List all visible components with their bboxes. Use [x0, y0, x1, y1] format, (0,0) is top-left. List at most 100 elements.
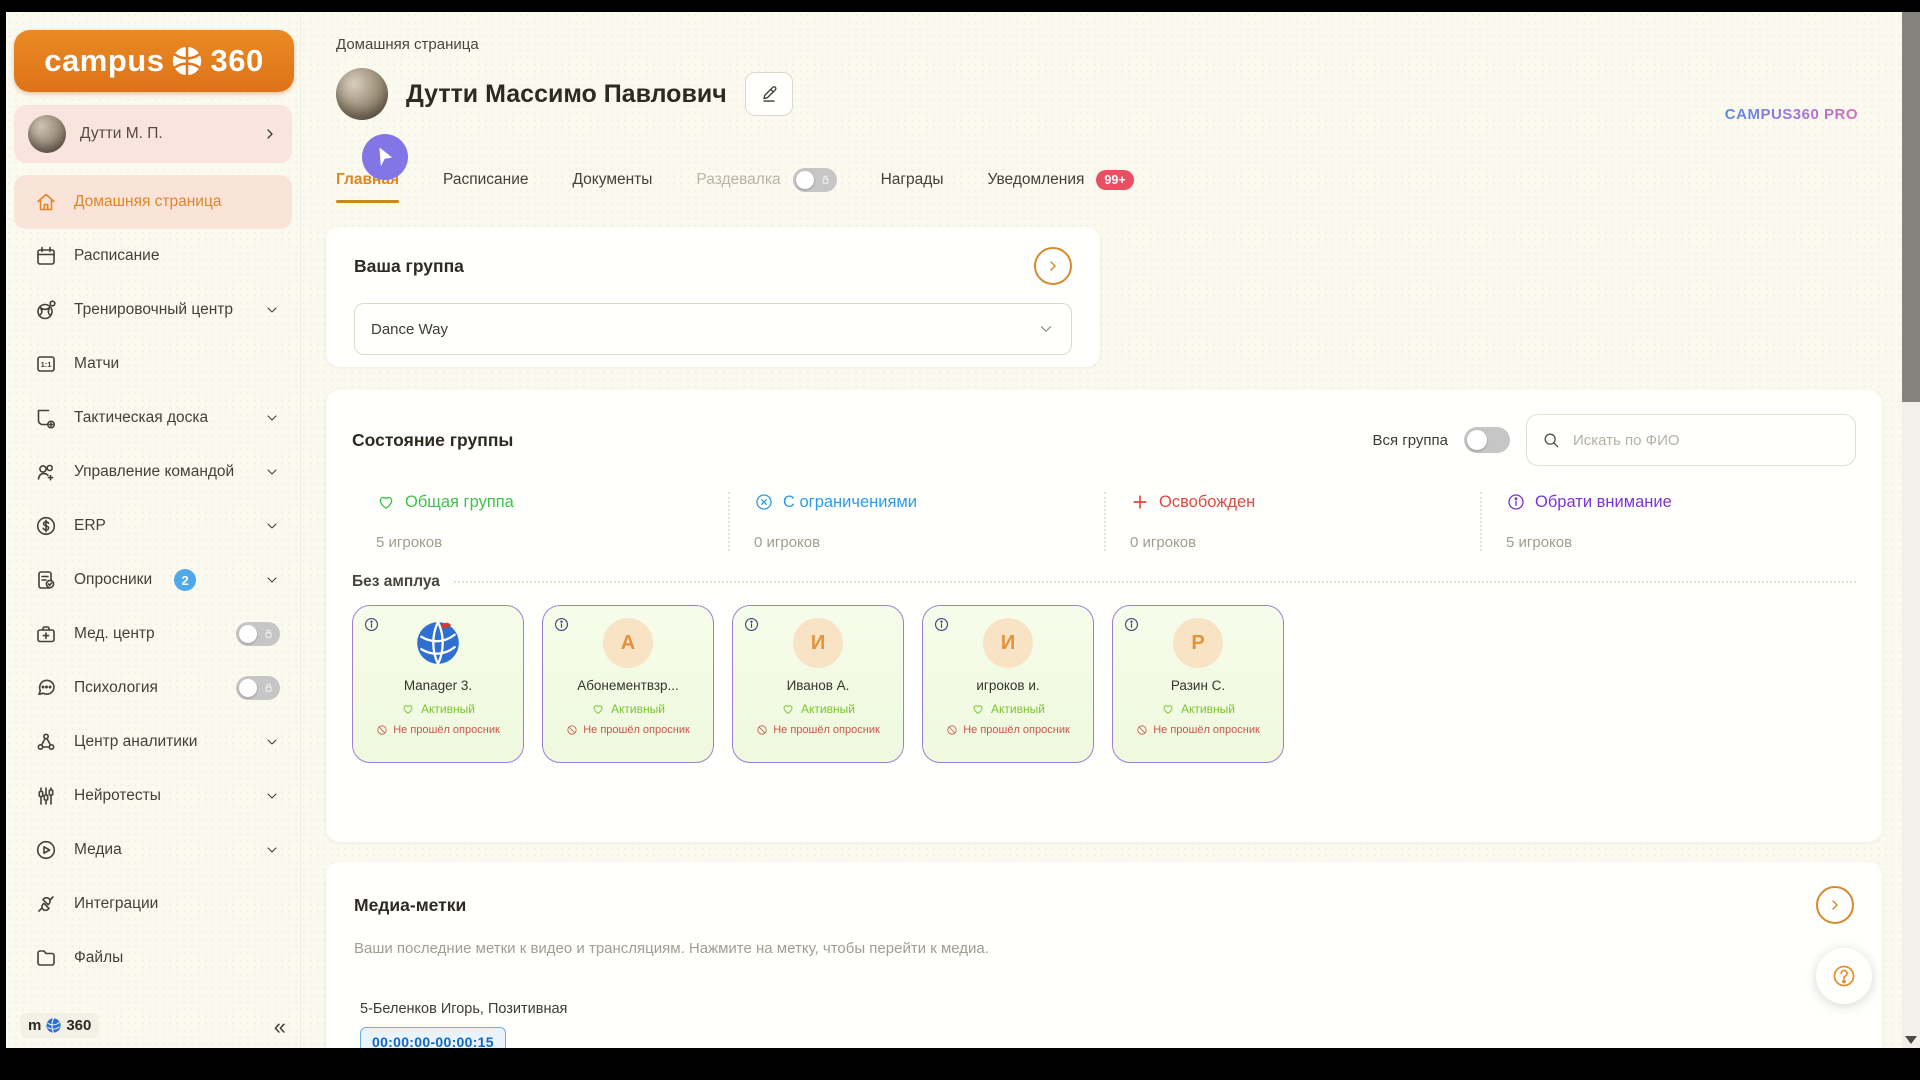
stat-icon [1130, 492, 1150, 512]
media-tag-group: 5-Беленков Игорь, Позитивная 00:00:00-00… [360, 1001, 1854, 1048]
ban-icon [756, 724, 768, 736]
dotted-divider [454, 581, 1856, 583]
player-card-manager-3[interactable]: Manager 3. Активный Не прошёл опросник [352, 605, 524, 763]
tab-schedule[interactable]: Расписание [443, 161, 528, 203]
player-name: Manager 3. [353, 678, 523, 693]
question-icon [1831, 963, 1857, 989]
your-group-open-button[interactable] [1034, 247, 1072, 285]
lock-toggle[interactable] [236, 622, 280, 646]
nav-icon [34, 838, 58, 862]
vertical-scrollbar[interactable] [1902, 12, 1920, 1048]
lock-toggle[interactable] [793, 168, 837, 192]
group-select[interactable]: Dance Way [354, 303, 1072, 355]
chevron-down-icon [264, 464, 280, 480]
stat-restricted: С ограничениями 0 игроков [728, 492, 1104, 551]
sidebar-item-files[interactable]: Файлы [14, 931, 292, 985]
group-select-value: Dance Way [371, 321, 448, 338]
tab-locker-room[interactable]: Раздевалка [696, 158, 836, 206]
scrollbar-thumb[interactable] [1902, 12, 1920, 402]
sidebar-item-integrations[interactable]: Интеграции [14, 877, 292, 931]
sidebar-user-card[interactable]: Дутти М. П. [14, 105, 292, 163]
all-group-toggle[interactable] [1464, 427, 1510, 453]
nav-label: Интеграции [74, 895, 158, 913]
sidebar-item-neurotests[interactable]: Нейротесты [14, 769, 292, 823]
search-icon [1541, 430, 1561, 450]
tab-label: Расписание [443, 171, 528, 189]
player-name: игроков и. [923, 678, 1093, 693]
sidebar-nav: Домашняя страница Расписание Тренировочн… [6, 175, 300, 985]
stat-count: 5 игроков [1506, 534, 1856, 551]
tab-awards[interactable]: Награды [881, 161, 944, 203]
sidebar-item-home[interactable]: Домашняя страница [14, 175, 292, 229]
lock-icon [261, 680, 276, 695]
sidebar-item-schedule[interactable]: Расписание [14, 229, 292, 283]
sidebar-item-media[interactable]: Медиа [14, 823, 292, 877]
player-name: Иванов А. [733, 678, 903, 693]
stat-label: Освобожден [1130, 492, 1480, 512]
heart-icon [1161, 702, 1175, 716]
media-tag-time-chip[interactable]: 00:00:00-00:00:15 [360, 1027, 506, 1048]
player-warning: Не прошёл опросник [1113, 724, 1283, 736]
player-warning: Не прошёл опросник [353, 724, 523, 736]
player-card-igrokov[interactable]: И игроков и. Активный Не прошёл опросник [922, 605, 1094, 763]
nav-label: Расписание [74, 247, 159, 265]
user-name: Дутти М. П. [80, 125, 248, 143]
heart-icon [971, 702, 985, 716]
search-input[interactable] [1571, 431, 1841, 450]
info-icon[interactable] [933, 616, 950, 633]
tab-notifications[interactable]: Уведомления 99+ [988, 160, 1134, 204]
nav-icon [34, 514, 58, 538]
pencil-icon [759, 84, 779, 104]
stat-icon [754, 492, 774, 512]
scrollbar-down-arrow[interactable] [1905, 1036, 1917, 1044]
chevron-down-icon [264, 842, 280, 858]
help-button[interactable] [1816, 948, 1872, 1004]
chevron-down-icon [264, 572, 280, 588]
lock-toggle[interactable] [236, 676, 280, 700]
sidebar-item-erp[interactable]: ERP [14, 499, 292, 553]
chevron-right-icon [1045, 258, 1061, 274]
tab-label: Уведомления [988, 171, 1085, 189]
tab-documents[interactable]: Документы [573, 161, 653, 203]
player-status: Активный [923, 702, 1093, 716]
player-warning: Не прошёл опросник [923, 724, 1093, 736]
tab-label: Раздевалка [696, 171, 780, 189]
media-tags-open-button[interactable] [1816, 886, 1854, 924]
sidebar-item-analytics-center[interactable]: Центр аналитики [14, 715, 292, 769]
tab-label: Главная [336, 171, 399, 189]
tab-home[interactable]: Главная [336, 161, 399, 203]
toggle-knob [239, 679, 257, 697]
player-card-razin[interactable]: Р Разин С. Активный Не прошёл опросник [1112, 605, 1284, 763]
player-card-abonement[interactable]: А Абонементвзр... Активный Не прошёл опр… [542, 605, 714, 763]
sidebar-item-psychology[interactable]: Психология [14, 661, 292, 715]
edit-profile-button[interactable] [745, 72, 793, 116]
sidebar-collapse-button[interactable]: « [274, 1016, 286, 1038]
nav-label: Домашняя страница [74, 193, 221, 211]
nav-icon [34, 892, 58, 916]
sidebar-item-team-management[interactable]: Управление командой [14, 445, 292, 499]
chevron-down-icon [264, 302, 280, 318]
sidebar-item-tactics-board[interactable]: Тактическая доска [14, 391, 292, 445]
nav-icon [34, 460, 58, 484]
main-content: Домашняя страница Дутти Массимо Павлович… [300, 12, 1902, 1048]
player-avatar: Р [1173, 618, 1223, 668]
media-tag-name: 5-Беленков Игорь, Позитивная [360, 1001, 1854, 1017]
info-icon[interactable] [743, 616, 760, 633]
nav-icon [34, 568, 58, 592]
info-icon[interactable] [363, 616, 380, 633]
sidebar-item-surveys[interactable]: Опросники 2 [14, 553, 292, 607]
player-cards: Manager 3. Активный Не прошёл опросник [352, 605, 1856, 763]
campus360-logo: campus 360 [14, 30, 294, 92]
sidebar-item-matches[interactable]: 1:1 Матчи [14, 337, 292, 391]
profile-name: Дутти Массимо Павлович [406, 80, 727, 109]
info-icon[interactable] [1123, 616, 1140, 633]
info-icon[interactable] [553, 616, 570, 633]
sidebar-item-med-center[interactable]: Мед. центр [14, 607, 292, 661]
sidebar-item-training-center[interactable]: Тренировочный центр [14, 283, 292, 337]
player-name: Разин С. [1113, 678, 1283, 693]
player-warning: Не прошёл опросник [733, 724, 903, 736]
sidebar: campus 360 Дутти М. П. Домашняя страница [6, 12, 301, 1048]
nav-icon [34, 676, 58, 700]
player-card-ivanov[interactable]: И Иванов А. Активный Не прошёл опросник [732, 605, 904, 763]
stat-count: 5 игроков [376, 534, 728, 551]
